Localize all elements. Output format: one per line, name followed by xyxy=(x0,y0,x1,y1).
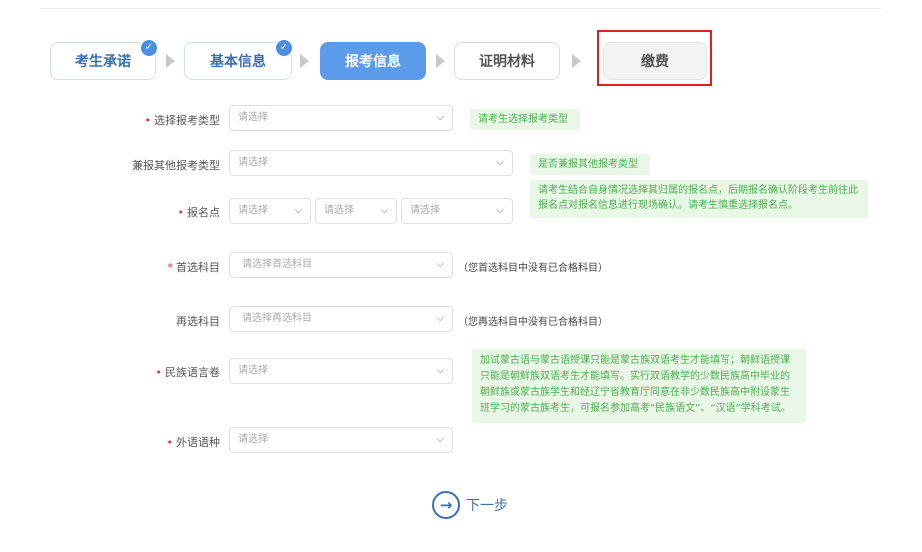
other-exam-type-hint: 是否兼报其他报考类型 xyxy=(530,154,650,175)
step-certificates[interactable]: 证明材料 xyxy=(454,42,560,80)
step-arrow-icon xyxy=(300,54,309,68)
step-exam-info[interactable]: 报考信息 xyxy=(320,42,426,80)
chevron-down-icon: ⌵ xyxy=(380,205,388,216)
chevron-down-icon: ⌵ xyxy=(436,365,444,376)
ethnic-language-select[interactable]: 请选择 ⌵ xyxy=(229,358,453,384)
arrow-right-circle-icon: → xyxy=(432,491,460,519)
second-subject-label: 再选科目 xyxy=(176,315,220,328)
ethnic-language-label: • 民族语言卷 xyxy=(155,366,221,379)
required-mark: • xyxy=(177,206,185,219)
chevron-down-icon: ⌵ xyxy=(436,434,444,445)
chevron-down-icon: ⌵ xyxy=(436,112,444,123)
required-mark: • xyxy=(166,436,174,449)
step-arrow-icon xyxy=(166,54,175,68)
foreign-language-select[interactable]: 请选择 ⌵ xyxy=(229,427,453,453)
exam-site-district-select[interactable]: 请选择 ⌵ xyxy=(315,198,397,224)
chevron-down-icon: ⌵ xyxy=(294,205,302,216)
ethnic-language-hint: 加试蒙古语与蒙古语授课只能是蒙古族双语考生才能填写；朝鲜语授课只能是朝鲜族双语考… xyxy=(472,349,806,423)
required-mark: * xyxy=(167,261,174,274)
other-exam-type-select[interactable]: 请选择 ⌵ xyxy=(229,150,513,176)
exam-site-label: • 报名点 xyxy=(177,206,221,219)
chevron-down-icon: ⌵ xyxy=(496,157,504,168)
exam-type-select[interactable]: 请选择 ⌵ xyxy=(229,105,453,131)
top-divider xyxy=(40,8,882,9)
first-subject-label: * 首选科目 xyxy=(167,261,221,274)
foreign-language-label: • 外语语种 xyxy=(166,436,221,449)
second-subject-select[interactable]: 请选择再选科目 ⌵ xyxy=(229,306,453,332)
required-mark: • xyxy=(144,114,152,127)
chevron-down-icon: ⌵ xyxy=(436,313,444,324)
exam-site-hint: 请考生结合自身情况选择其归属的报名点，后期报名确认阶段考生前往此报名点对报名信息… xyxy=(530,180,868,218)
next-button-label: 下一步 xyxy=(466,498,508,514)
first-subject-note: （您首选科目中没有已合格科目） xyxy=(458,263,608,274)
exam-type-hint: 请考生选择报考类型 xyxy=(470,109,580,130)
check-icon: ✓ xyxy=(274,38,294,58)
first-subject-select[interactable]: 请选择首选科目 ⌵ xyxy=(229,252,453,278)
step-arrow-icon xyxy=(572,54,581,68)
exam-site-point-select[interactable]: 请选择 ⌵ xyxy=(401,198,513,224)
exam-site-city-select[interactable]: 请选择 ⌵ xyxy=(229,198,311,224)
step-basic-info-label: 基本信息 xyxy=(210,54,266,70)
highlight-box xyxy=(597,30,712,86)
next-button[interactable]: → 下一步 xyxy=(432,491,508,519)
chevron-down-icon: ⌵ xyxy=(496,205,504,216)
second-subject-note: （您再选科目中没有已合格科目） xyxy=(458,317,608,328)
exam-type-label: • 选择报考类型 xyxy=(144,114,221,127)
required-mark: • xyxy=(155,366,163,379)
step-pledge-label: 考生承诺 xyxy=(75,54,131,70)
chevron-down-icon: ⌵ xyxy=(436,259,444,270)
step-certificates-label: 证明材料 xyxy=(479,54,535,70)
other-exam-type-label: 兼报其他报考类型 xyxy=(132,159,220,172)
step-exam-info-label: 报考信息 xyxy=(345,54,401,70)
step-arrow-icon xyxy=(436,54,445,68)
check-icon: ✓ xyxy=(139,38,159,58)
